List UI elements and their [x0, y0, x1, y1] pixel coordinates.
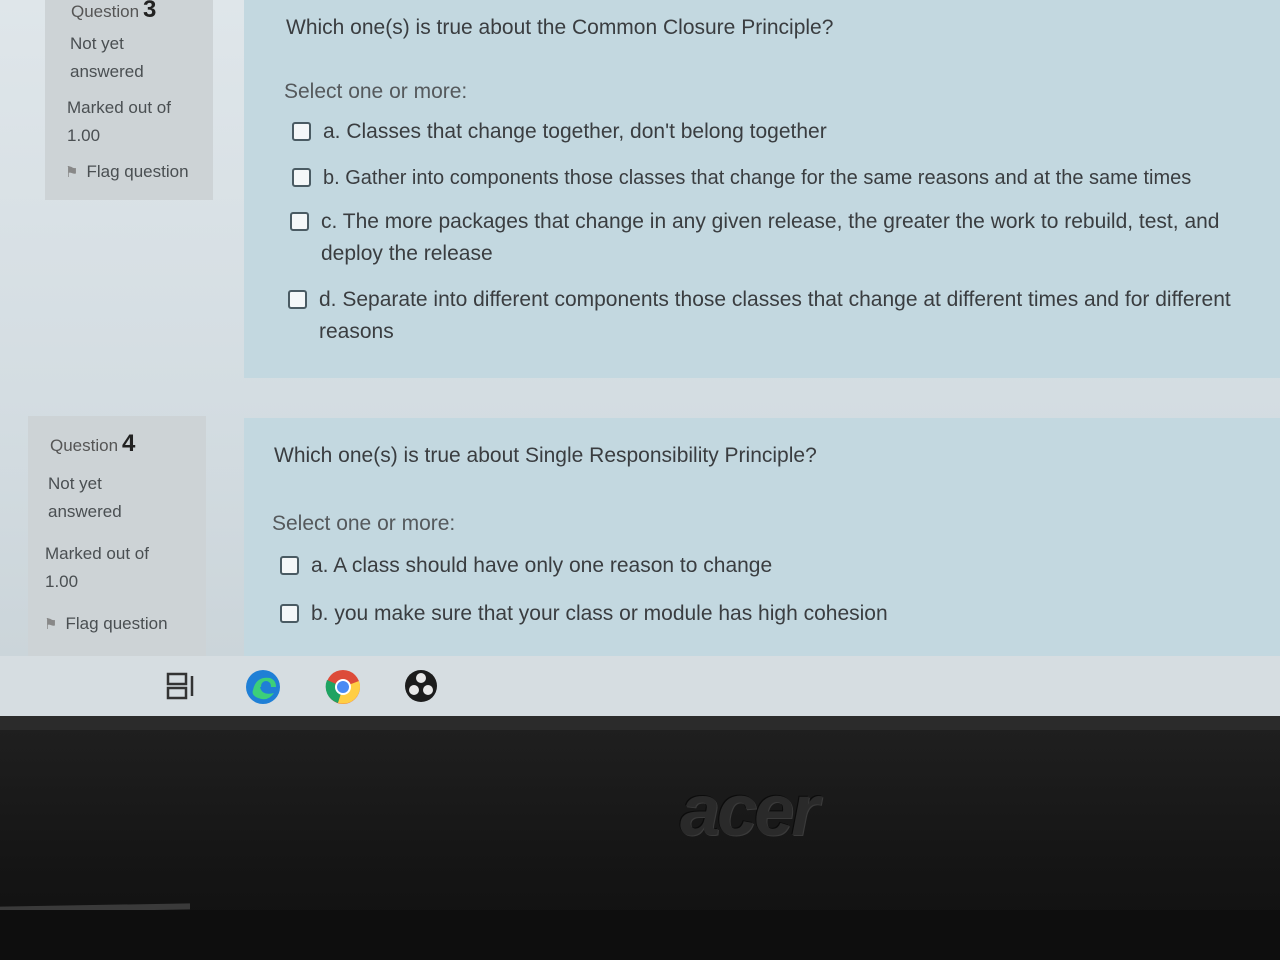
question-number: Question 3	[71, 0, 157, 23]
option-checkbox[interactable]	[280, 556, 299, 575]
option-checkbox[interactable]	[290, 212, 309, 231]
question-info-panel: Question 3 Not yet answered Marked out of…	[45, 0, 213, 200]
question-status: Not yet answered	[70, 34, 144, 81]
question-grade: Marked out of 1.00	[67, 98, 171, 145]
answer-option[interactable]: b. Gather into components those classes …	[292, 162, 1280, 194]
flag-question-link[interactable]: ⚑ Flag question	[65, 162, 189, 182]
question-text: Which one(s) is true about the Common Cl…	[286, 16, 834, 39]
answer-prompt: Select one or more:	[284, 80, 468, 103]
bezel-edge	[0, 716, 1280, 730]
task-view-icon[interactable]	[164, 668, 200, 704]
question-info-panel: Question 4 Not yet answered Marked out of…	[28, 416, 206, 656]
answer-option[interactable]: c. The more packages that change in any …	[290, 206, 1250, 270]
option-checkbox[interactable]	[292, 168, 311, 187]
flag-question-link[interactable]: ⚑ Flag question	[44, 614, 168, 634]
flag-icon: ⚑	[65, 164, 79, 181]
question-text: Which one(s) is true about Single Respon…	[274, 444, 817, 467]
question-content-panel: Which one(s) is true about the Common Cl…	[244, 0, 1280, 378]
option-checkbox[interactable]	[280, 604, 299, 623]
obs-studio-icon[interactable]	[403, 668, 439, 704]
answer-prompt: Select one or more:	[272, 512, 456, 535]
brand-logo: acer	[680, 771, 819, 851]
flag-icon: ⚑	[44, 616, 58, 633]
answer-option[interactable]: b. you make sure that your class or modu…	[280, 598, 1180, 630]
answer-option[interactable]: d. Separate into different components th…	[288, 284, 1263, 348]
quiz-screen: Question 3 Not yet answered Marked out of…	[0, 0, 1280, 716]
option-checkbox[interactable]	[288, 290, 307, 309]
question-content-panel: Which one(s) is true about Single Respon…	[244, 418, 1280, 656]
question-grade: Marked out of 1.00	[45, 544, 149, 591]
keyboard-area	[0, 910, 1280, 960]
edge-browser-icon[interactable]	[244, 668, 280, 704]
question-number: Question 4	[50, 430, 136, 457]
option-checkbox[interactable]	[292, 122, 311, 141]
answer-option[interactable]: a. Classes that change together, don't b…	[292, 116, 1252, 148]
question-status: Not yet answered	[48, 474, 122, 521]
chrome-browser-icon[interactable]	[324, 668, 361, 704]
answer-option[interactable]: a. A class should have only one reason t…	[280, 550, 1180, 582]
